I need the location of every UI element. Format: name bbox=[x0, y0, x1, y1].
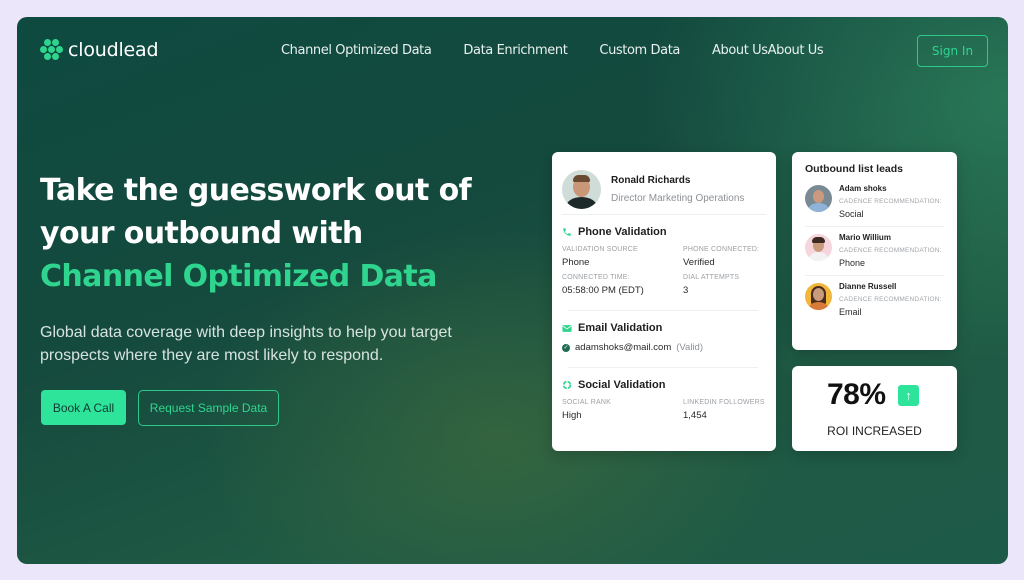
arrow-up-icon: ↑ bbox=[898, 385, 919, 406]
field-value: 3 bbox=[683, 285, 689, 296]
logo-hexagon-icon bbox=[40, 39, 64, 61]
lead-name: Mario Willium bbox=[839, 233, 891, 242]
email-status: (Valid) bbox=[676, 342, 703, 353]
lead-label: CADENCE RECOMMENDATION: bbox=[839, 247, 942, 254]
field-value: 1,454 bbox=[683, 410, 707, 421]
phone-icon bbox=[562, 227, 572, 237]
email-validation-section: Email Validation ✓ adamshoks@mail.com (V… bbox=[562, 311, 766, 353]
social-validation-title: Social Validation bbox=[578, 379, 666, 391]
field-label: VALIDATION SOURCE bbox=[562, 246, 638, 253]
field-label: SOCIAL RANK bbox=[562, 399, 612, 406]
hero-title: Take the guesswork out of your outbound … bbox=[40, 169, 472, 298]
field-value: Phone bbox=[562, 257, 590, 268]
roi-card: 78% ↑ ROI INCREASED bbox=[792, 366, 957, 451]
social-validation-section: Social Validation SOCIAL RANK High LINKED… bbox=[562, 368, 766, 421]
phone-validation-section: Phone Validation VALIDATION SOURCE Phone … bbox=[562, 215, 766, 296]
hero-section: cloudlead Channel Optimized Data Data En… bbox=[17, 17, 1008, 564]
avatar bbox=[805, 283, 832, 310]
nav-item-data-enrichment[interactable]: Data Enrichment bbox=[463, 43, 567, 58]
hero-subtitle: Global data coverage with deep insights … bbox=[40, 324, 452, 364]
field-value: Verified bbox=[683, 257, 715, 268]
hero-title-accent: Channel Optimized Data bbox=[40, 259, 437, 294]
avatar bbox=[805, 185, 832, 212]
list-item: Dianne Russell CADENCE RECOMMENDATION: E… bbox=[805, 276, 944, 324]
main-nav: Channel Optimized Data Data Enrichment C… bbox=[281, 43, 824, 58]
refresh-icon bbox=[562, 380, 572, 390]
hero-title-line-2: your outbound with bbox=[40, 216, 363, 251]
phone-validation-title: Phone Validation bbox=[578, 226, 667, 238]
email-validation-title: Email Validation bbox=[578, 322, 663, 334]
roi-label: ROI INCREASED bbox=[827, 424, 922, 438]
profile-header: Ronald Richards Director Marketing Opera… bbox=[562, 152, 766, 215]
lead-value: Phone bbox=[839, 258, 866, 268]
profile-validation-card: Ronald Richards Director Marketing Opera… bbox=[552, 152, 776, 451]
book-a-call-button[interactable]: Book A Call bbox=[41, 390, 126, 425]
nav-item-about-us[interactable]: About UsAbout Us bbox=[712, 43, 824, 58]
field-label: CONNECTED TIME: bbox=[562, 274, 630, 281]
field-label: LINKEDIN FOLLOWERS bbox=[683, 399, 765, 406]
field-label: PHONE CONNECTED: bbox=[683, 246, 760, 253]
roi-value: 78% bbox=[827, 378, 886, 411]
lead-name: Dianne Russell bbox=[839, 282, 897, 291]
list-item: Adam shoks CADENCE RECOMMENDATION: Socia… bbox=[805, 178, 944, 227]
lead-name: Adam shoks bbox=[839, 184, 887, 193]
lead-label: CADENCE RECOMMENDATION: bbox=[839, 296, 942, 303]
lead-label: CADENCE RECOMMENDATION: bbox=[839, 198, 942, 205]
nav-item-custom-data[interactable]: Custom Data bbox=[599, 43, 680, 58]
hero-title-line-1: Take the guesswork out of bbox=[40, 173, 472, 208]
avatar bbox=[805, 234, 832, 261]
field-label: DIAL ATTEMPTS bbox=[683, 274, 740, 281]
mail-icon bbox=[562, 323, 572, 333]
logo[interactable]: cloudlead bbox=[40, 39, 159, 61]
avatar bbox=[562, 170, 601, 209]
profile-role: Director Marketing Operations bbox=[611, 193, 745, 204]
field-value: High bbox=[562, 410, 582, 421]
nav-item-channel-optimized-data[interactable]: Channel Optimized Data bbox=[281, 43, 432, 58]
email-address: adamshoks@mail.com bbox=[575, 342, 672, 353]
lead-value: Social bbox=[839, 209, 864, 219]
leads-title: Outbound list leads bbox=[805, 163, 904, 175]
lead-value: Email bbox=[839, 307, 862, 317]
request-sample-data-button[interactable]: Request Sample Data bbox=[138, 390, 279, 426]
logo-text: cloudlead bbox=[68, 39, 159, 61]
list-item: Mario Willium CADENCE RECOMMENDATION: Ph… bbox=[805, 227, 944, 276]
field-value: 05:58:00 PM (EDT) bbox=[562, 285, 644, 296]
sign-in-button[interactable]: Sign In bbox=[917, 35, 988, 67]
outbound-leads-card: Outbound list leads Adam shoks CADENCE R… bbox=[792, 152, 957, 350]
check-circle-icon: ✓ bbox=[562, 343, 570, 352]
profile-name: Ronald Richards bbox=[611, 175, 691, 186]
